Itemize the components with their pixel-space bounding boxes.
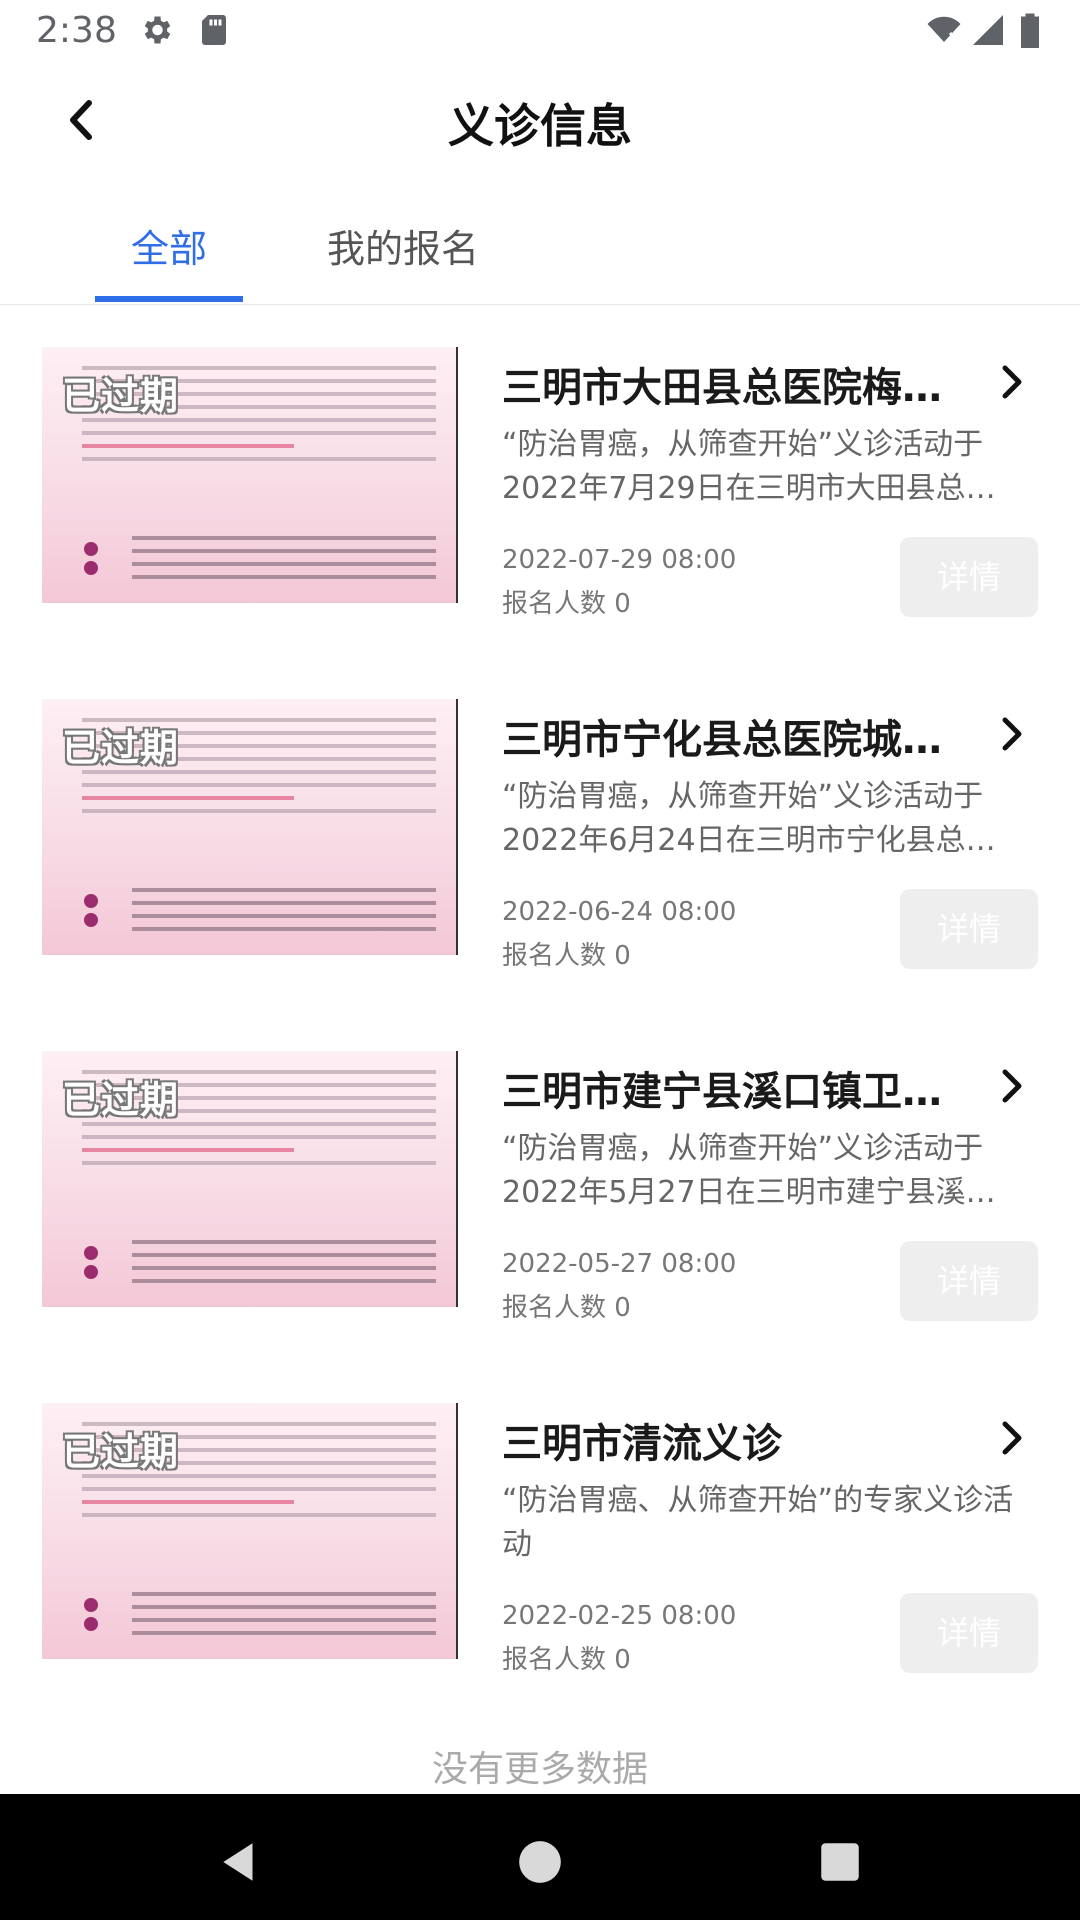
signup-count: 报名人数 0 [502,1645,631,1675]
circle-home-icon [519,1841,561,1883]
detail-button[interactable]: 详情 [900,537,1038,617]
no-more-data-text: 没有更多数据 [431,1749,648,1790]
list-item[interactable]: 已过期 三明市建宁县溪口镇卫生院义诊 “防治胃癌，从筛查开始”义诊活动于2022… [0,1009,1080,1361]
nav-home-button[interactable] [510,1832,570,1892]
detail-button[interactable]: 详情 [900,1241,1038,1321]
list-item[interactable]: 已过期 三明市宁化县总医院城郊卫生院义诊 “防治胃癌，从筛查开始”义诊活动于20… [0,657,1080,1009]
chevron-right-icon[interactable] [992,1413,1032,1463]
event-thumbnail: 已过期 [42,699,458,955]
chevron-right-icon[interactable] [992,709,1032,759]
signup-count: 报名人数 0 [502,1293,631,1323]
list-item[interactable]: 已过期 三明市大田县总医院梅山分院义诊 “防治胃癌，从筛查开始”义诊活动于202… [0,305,1080,657]
detail-button[interactable]: 详情 [900,889,1038,969]
expired-badge: 已过期 [62,726,180,770]
active-tab-indicator [95,296,243,302]
event-thumbnail: 已过期 [42,1051,458,1307]
status-time: 2:38 [36,10,117,51]
event-date: 2022-02-25 08:00 [502,1601,737,1631]
sd-card-icon [196,12,232,48]
square-recents-icon [821,1843,859,1881]
event-date: 2022-07-29 08:00 [502,545,737,575]
page-title: 义诊信息 [448,99,632,153]
event-title: 三明市大田县总医院梅山分院义诊 [502,365,972,411]
event-description: “防治胃癌，从筛查开始”义诊活动于2022年5月27日在三明市建宁县溪口镇卫生院… [502,1131,996,1210]
event-thumbnail: 已过期 [42,1403,458,1659]
expired-badge: 已过期 [62,374,180,418]
list-item[interactable]: 已过期 三明市清流义诊 “防治胃癌、从筛查开始”的专家义诊活动 2022-02-… [0,1361,1080,1713]
expired-badge: 已过期 [62,1430,180,1474]
expired-badge: 已过期 [62,1078,180,1122]
status-bar: 2:38 [0,0,1080,64]
event-description: “防治胃癌、从筛查开始”的专家义诊活动 [502,1483,1014,1562]
event-description: “防治胃癌，从筛查开始”义诊活动于2022年7月29日在三明市大田县总医院梅山分… [502,427,996,506]
chevron-right-icon[interactable] [992,357,1032,407]
signal-icon [970,12,1006,48]
app-header: 义诊信息 [0,64,1080,176]
event-date: 2022-05-27 08:00 [502,1249,737,1279]
detail-button[interactable]: 详情 [900,1593,1038,1673]
gear-icon [138,12,174,48]
tab-bar: 全部 我的报名 [0,200,1080,305]
battery-icon [1018,12,1054,48]
nav-back-button[interactable] [210,1832,270,1892]
signup-count: 报名人数 0 [502,941,631,971]
signup-count: 报名人数 0 [502,589,631,619]
wifi-icon [924,12,961,48]
event-title: 三明市宁化县总医院城郊卫生院义诊 [502,717,972,763]
tab-my-signups[interactable]: 我的报名 [327,218,479,273]
event-description: “防治胃癌，从筛查开始”义诊活动于2022年6月24日在三明市宁化县总医院城郊卫… [502,779,996,858]
nav-recents-button[interactable] [810,1832,870,1892]
event-date: 2022-06-24 08:00 [502,897,737,927]
event-title: 三明市建宁县溪口镇卫生院义诊 [502,1069,972,1115]
tab-all[interactable]: 全部 [95,218,243,273]
chevron-right-icon[interactable] [992,1061,1032,1111]
event-thumbnail: 已过期 [42,347,458,603]
system-nav-bar [0,1794,1080,1920]
triangle-back-icon [223,1843,253,1881]
event-title: 三明市清流义诊 [502,1421,782,1467]
